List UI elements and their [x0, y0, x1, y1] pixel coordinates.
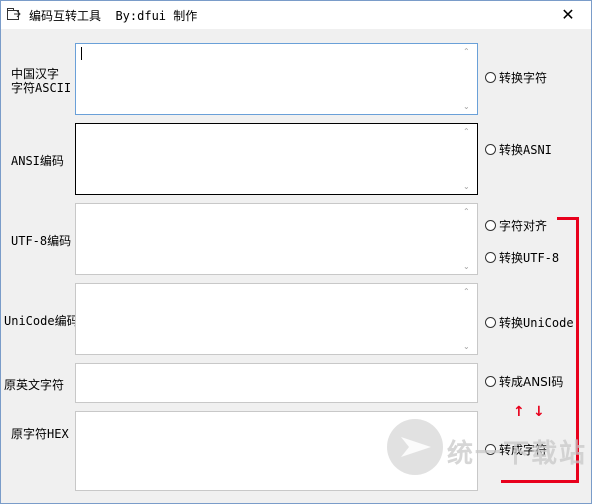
label-ansi: ANSI编码	[11, 154, 64, 168]
radio-circle[interactable]	[485, 144, 496, 155]
label-chinese-ascii: 中国汉字 字符ASCII	[11, 67, 71, 95]
radio-convert-utf8[interactable]: 转换UTF-8	[485, 249, 559, 266]
chinese-ascii-textarea[interactable]: ⌃ ⌄	[75, 43, 478, 115]
radio-label: 转换字符	[499, 71, 548, 85]
scrollbar[interactable]: ⌃ ⌄	[460, 45, 476, 113]
scroll-up-icon[interactable]: ⌃	[463, 287, 470, 296]
label-line-1: 中国汉字	[11, 67, 60, 81]
unicode-textarea[interactable]: ⌃ ⌄	[75, 283, 478, 355]
radio-circle[interactable]	[485, 72, 496, 83]
radio-label: 转换UniCode	[499, 316, 574, 330]
scrollbar[interactable]: ⌃ ⌄	[460, 125, 476, 193]
radio-label: 转换ASNI	[499, 143, 552, 157]
scroll-up-icon[interactable]: ⌃	[463, 47, 470, 56]
arrow-up-icon: ↑	[513, 404, 525, 420]
scroll-down-icon[interactable]: ⌄	[463, 102, 470, 111]
radio-convert-chars[interactable]: 转换字符	[485, 69, 547, 86]
original-english-input[interactable]	[75, 363, 478, 403]
watermark-logo-icon	[401, 437, 431, 457]
scroll-down-icon[interactable]: ⌄	[463, 262, 470, 271]
scrollbar[interactable]: ⌃ ⌄	[460, 285, 476, 353]
utf8-textarea[interactable]: ⌃ ⌄	[75, 203, 478, 275]
radio-label: 字符对齐	[499, 219, 548, 233]
window-title: 编码互转工具 By:dfui 制作	[29, 9, 198, 23]
label-line-2: 字符ASCII	[11, 81, 72, 95]
ansi-textarea[interactable]: ⌃ ⌄	[75, 123, 478, 195]
arrow-down-icon: ↓	[533, 404, 545, 420]
scroll-down-icon[interactable]: ⌄	[463, 342, 470, 351]
radio-convert-ansi[interactable]: 转换ASNI	[485, 141, 552, 158]
scrollbar[interactable]: ⌃ ⌄	[460, 205, 476, 273]
label-utf8: UTF-8编码	[11, 234, 72, 248]
watermark-text: 统一下载站	[447, 439, 588, 469]
watermark-logo	[387, 419, 443, 475]
radio-circle[interactable]	[485, 376, 496, 387]
label-original-english: 原英文字符	[4, 378, 65, 392]
scroll-up-icon[interactable]: ⌃	[463, 127, 470, 136]
radio-label: 转成ANSI码	[499, 375, 564, 389]
radio-to-ansi-code[interactable]: 转成ANSI码	[485, 373, 563, 390]
radio-circle[interactable]	[485, 252, 496, 263]
text-caret	[81, 47, 82, 60]
radio-circle[interactable]	[485, 220, 496, 231]
annotation-line-bottom	[501, 480, 579, 483]
scroll-up-icon[interactable]: ⌃	[463, 207, 470, 216]
radio-align-chars[interactable]: 字符对齐	[485, 217, 547, 234]
close-button[interactable]: ✕	[545, 1, 591, 29]
title-bar: 编码互转工具 By:dfui 制作 ✕	[1, 1, 591, 29]
app-window: 编码互转工具 By:dfui 制作 ✕ 中国汉字 字符ASCII ⌃ ⌄ ANS…	[0, 0, 592, 504]
app-icon	[7, 8, 21, 20]
radio-label: 转换UTF-8	[499, 251, 560, 265]
close-icon: ✕	[561, 5, 575, 24]
scroll-down-icon[interactable]: ⌄	[463, 182, 470, 191]
label-original-hex: 原字符HEX	[11, 427, 69, 441]
radio-circle[interactable]	[485, 317, 496, 328]
label-unicode: UniCode编码	[4, 314, 79, 328]
radio-convert-unicode[interactable]: 转换UniCode	[485, 314, 574, 331]
